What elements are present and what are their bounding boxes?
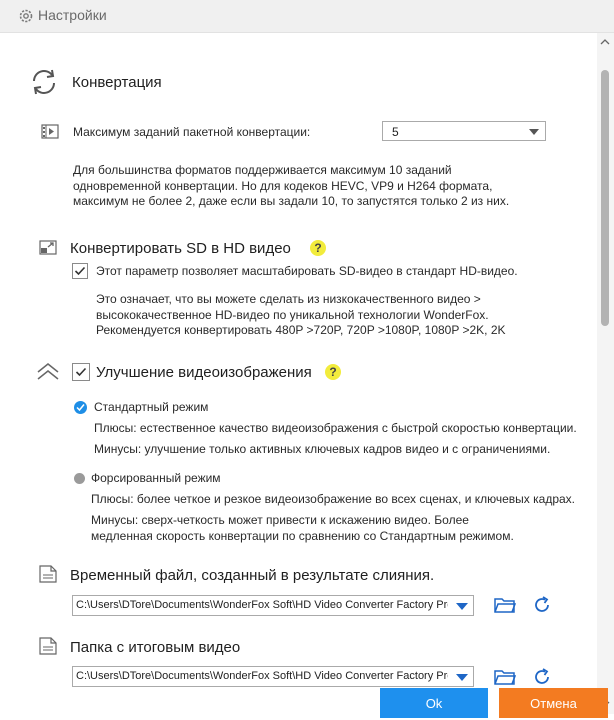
max-jobs-select[interactable]: 5 xyxy=(382,121,546,141)
refresh-cycle-icon xyxy=(33,69,55,95)
film-icon xyxy=(41,124,59,139)
file-icon xyxy=(39,637,57,655)
enhance-title: Улучшение видеоизображения xyxy=(96,364,312,381)
checkmark-icon xyxy=(76,404,85,412)
conversion-note-line: Для большинства форматов поддерживается … xyxy=(73,163,452,177)
folder-icon[interactable] xyxy=(494,668,516,686)
window-title: Настройки xyxy=(38,7,107,23)
scroll-up-icon[interactable] xyxy=(600,38,610,46)
sd-hd-icon xyxy=(39,240,57,255)
sd-to-hd-checkbox[interactable] xyxy=(72,263,88,279)
conversion-note-line: максимум не более 2, даже если вы задали… xyxy=(73,194,510,208)
scroll-thumb[interactable] xyxy=(601,70,609,326)
refresh-icon[interactable] xyxy=(532,667,552,687)
forced-mode-cons-line: медленная скорость конвертации по сравне… xyxy=(91,528,514,543)
standard-mode-pros: Плюсы: естественное качество видеоизобра… xyxy=(94,421,577,435)
refresh-icon[interactable] xyxy=(532,595,552,615)
enhance-help-icon[interactable]: ? xyxy=(325,364,341,380)
double-chevron-up-icon[interactable] xyxy=(36,362,60,382)
output-folder-path-select[interactable]: C:\Users\DTore\Documents\WonderFox Soft\… xyxy=(72,666,474,687)
sd-to-hd-note: Это означает, что вы можете сделать из н… xyxy=(96,292,506,339)
temp-file-path-select[interactable]: C:\Users\DTore\Documents\WonderFox Soft\… xyxy=(72,595,474,616)
title-bar: Настройки xyxy=(0,0,614,33)
forced-mode-cons: Минусы: сверх-четкость может привести к … xyxy=(91,513,514,544)
checkmark-icon xyxy=(75,367,87,377)
max-jobs-label: Максимум заданий пакетной конвертации: xyxy=(73,125,311,139)
checkmark-icon xyxy=(74,266,86,276)
temp-file-title: Временный файл, созданный в результате с… xyxy=(70,567,435,584)
chevron-down-icon xyxy=(456,674,468,681)
sd-to-hd-note-line: Это означает, что вы можете сделать из н… xyxy=(96,292,481,306)
forced-mode-label[interactable]: Форсированный режим xyxy=(91,471,221,485)
conversion-note: Для большинства форматов поддерживается … xyxy=(73,163,509,210)
max-jobs-value: 5 xyxy=(392,125,399,139)
file-icon xyxy=(39,565,57,583)
temp-file-path: C:\Users\DTore\Documents\WonderFox Soft\… xyxy=(76,599,448,611)
enhance-checkbox[interactable] xyxy=(72,363,90,381)
chevron-down-icon xyxy=(529,129,539,135)
chevron-down-icon xyxy=(456,603,468,610)
standard-mode-radio[interactable] xyxy=(74,401,87,414)
forced-mode-pros: Плюсы: более четкое и резкое видеоизобра… xyxy=(91,492,576,506)
sd-to-hd-title: Конвертировать SD в HD видео xyxy=(70,240,291,257)
output-folder-title: Папка с итоговым видео xyxy=(70,639,241,656)
folder-icon[interactable] xyxy=(494,596,516,614)
standard-mode-label[interactable]: Стандартный режим xyxy=(94,400,208,414)
sd-to-hd-checkbox-label: Этот параметр позволяет масштабировать S… xyxy=(96,264,518,278)
forced-mode-radio[interactable] xyxy=(74,473,85,484)
output-folder-path: C:\Users\DTore\Documents\WonderFox Soft\… xyxy=(76,670,448,682)
gear-icon xyxy=(19,9,33,23)
sd-to-hd-note-line: высококачественное HD-видео по уникально… xyxy=(96,307,489,322)
forced-mode-cons-line: Минусы: сверх-четкость может привести к … xyxy=(91,513,469,527)
conversion-title: Конвертация xyxy=(72,74,162,91)
sd-to-hd-note-line: Рекомендуется конвертировать 480P >720P,… xyxy=(96,323,506,337)
standard-mode-cons: Минусы: улучшение только активных ключев… xyxy=(94,442,551,456)
sd-to-hd-help-icon[interactable]: ? xyxy=(310,240,326,256)
conversion-note-line: одновременной конвертации. Но для кодеко… xyxy=(73,178,493,193)
